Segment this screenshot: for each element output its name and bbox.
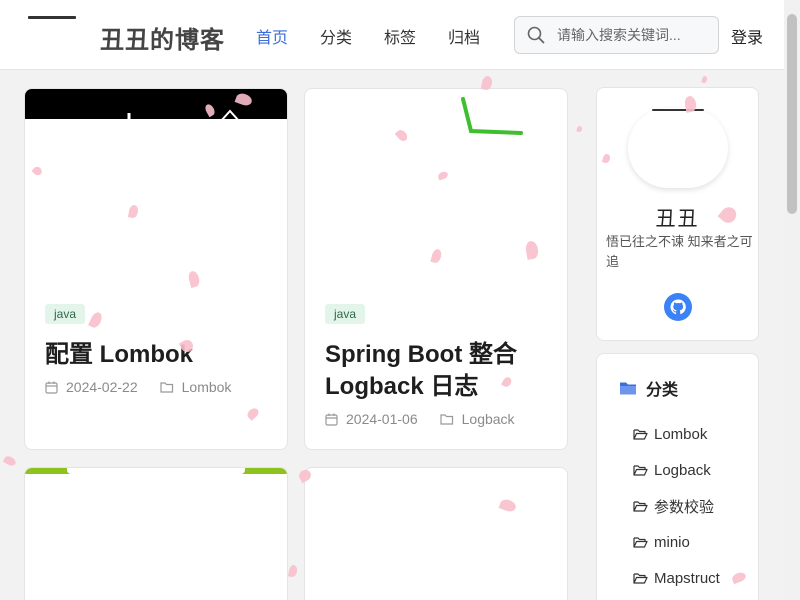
main-nav: 首页 分类 标签 归档 bbox=[256, 24, 480, 48]
cover-graphic bbox=[67, 468, 245, 474]
post-meta: 2024-01-06 Logback bbox=[325, 411, 515, 427]
folder-icon bbox=[619, 380, 637, 396]
post-title[interactable]: 配置 Lombok bbox=[45, 339, 275, 371]
category-item[interactable]: 参数校验 bbox=[633, 488, 720, 524]
page-scrollbar[interactable] bbox=[784, 0, 800, 600]
post-title[interactable]: Spring Boot 整合 Logback 日志 bbox=[325, 339, 545, 403]
post-category-link[interactable]: Lombok bbox=[182, 379, 232, 395]
post-card[interactable]: java 配置 Lombok 2024-02-22 Lombok bbox=[24, 88, 288, 450]
category-item[interactable]: Logback bbox=[633, 452, 720, 488]
category-widget: 分类 Lombok Logback 参数校验 minio Mapstruct bbox=[596, 353, 759, 600]
folder-icon bbox=[160, 381, 174, 393]
post-meta: 2024-02-22 Lombok bbox=[45, 379, 231, 395]
calendar-icon bbox=[325, 413, 338, 426]
avatar-image bbox=[652, 109, 704, 111]
nav-item-archive[interactable]: 归档 bbox=[448, 24, 480, 48]
search-icon bbox=[527, 26, 545, 44]
sakura-petal bbox=[701, 75, 708, 84]
nav-item-categories[interactable]: 分类 bbox=[320, 24, 352, 48]
scrollbar-thumb[interactable] bbox=[787, 14, 797, 214]
site-brand[interactable]: 丑丑的博客 bbox=[100, 20, 225, 55]
post-cover-image[interactable] bbox=[25, 89, 287, 289]
category-item[interactable]: minio bbox=[633, 524, 720, 560]
login-link[interactable]: 登录 bbox=[731, 24, 763, 48]
nav-item-home[interactable]: 首页 bbox=[256, 24, 288, 48]
author-motto: 悟已往之不谏 知来者之可追 bbox=[606, 234, 753, 269]
github-icon[interactable] bbox=[664, 293, 692, 321]
sakura-petal bbox=[2, 454, 18, 468]
category-heading-text: 分类 bbox=[646, 382, 679, 399]
search-input[interactable] bbox=[557, 27, 707, 43]
category-item[interactable]: Lombok bbox=[633, 416, 720, 452]
post-tag[interactable]: java bbox=[45, 304, 86, 324]
top-header: 丑丑的博客 首页 分类 标签 归档 登录 bbox=[0, 0, 784, 70]
post-card[interactable] bbox=[24, 467, 288, 600]
folder-open-icon bbox=[633, 428, 648, 441]
avatar[interactable] bbox=[628, 108, 728, 188]
post-cover-image[interactable] bbox=[305, 89, 567, 289]
cover-graphic bbox=[127, 109, 240, 122]
folder-open-icon bbox=[633, 572, 648, 585]
sakura-petal bbox=[576, 125, 583, 133]
nav-item-tags[interactable]: 标签 bbox=[384, 24, 416, 48]
site-logo[interactable] bbox=[28, 16, 76, 19]
folder-open-icon bbox=[633, 500, 648, 513]
category-list: Lombok Logback 参数校验 minio Mapstruct bbox=[633, 416, 720, 596]
folder-open-icon bbox=[633, 536, 648, 549]
post-tag[interactable]: java bbox=[325, 304, 366, 324]
post-date: 2024-02-22 bbox=[66, 379, 138, 395]
sakura-petal bbox=[288, 564, 298, 578]
category-item[interactable]: Mapstruct bbox=[633, 560, 720, 596]
search-box[interactable] bbox=[514, 16, 719, 54]
folder-open-icon bbox=[633, 464, 648, 477]
post-date: 2024-01-06 bbox=[346, 411, 418, 427]
blog-page: 丑丑的博客 首页 分类 标签 归档 登录 java 配置 Lombok bbox=[0, 0, 800, 600]
post-category-link[interactable]: Logback bbox=[462, 411, 515, 427]
post-card[interactable]: java Spring Boot 整合 Logback 日志 2024-01-0… bbox=[304, 88, 568, 450]
cover-graphic bbox=[461, 97, 523, 135]
category-widget-heading: 分类 bbox=[619, 376, 678, 400]
folder-icon bbox=[440, 413, 454, 425]
author-name: 丑丑 bbox=[655, 208, 700, 230]
post-card[interactable] bbox=[304, 467, 568, 600]
author-profile-card: 丑丑 悟已往之不谏 知来者之可追 bbox=[596, 87, 759, 341]
calendar-icon bbox=[45, 381, 58, 394]
